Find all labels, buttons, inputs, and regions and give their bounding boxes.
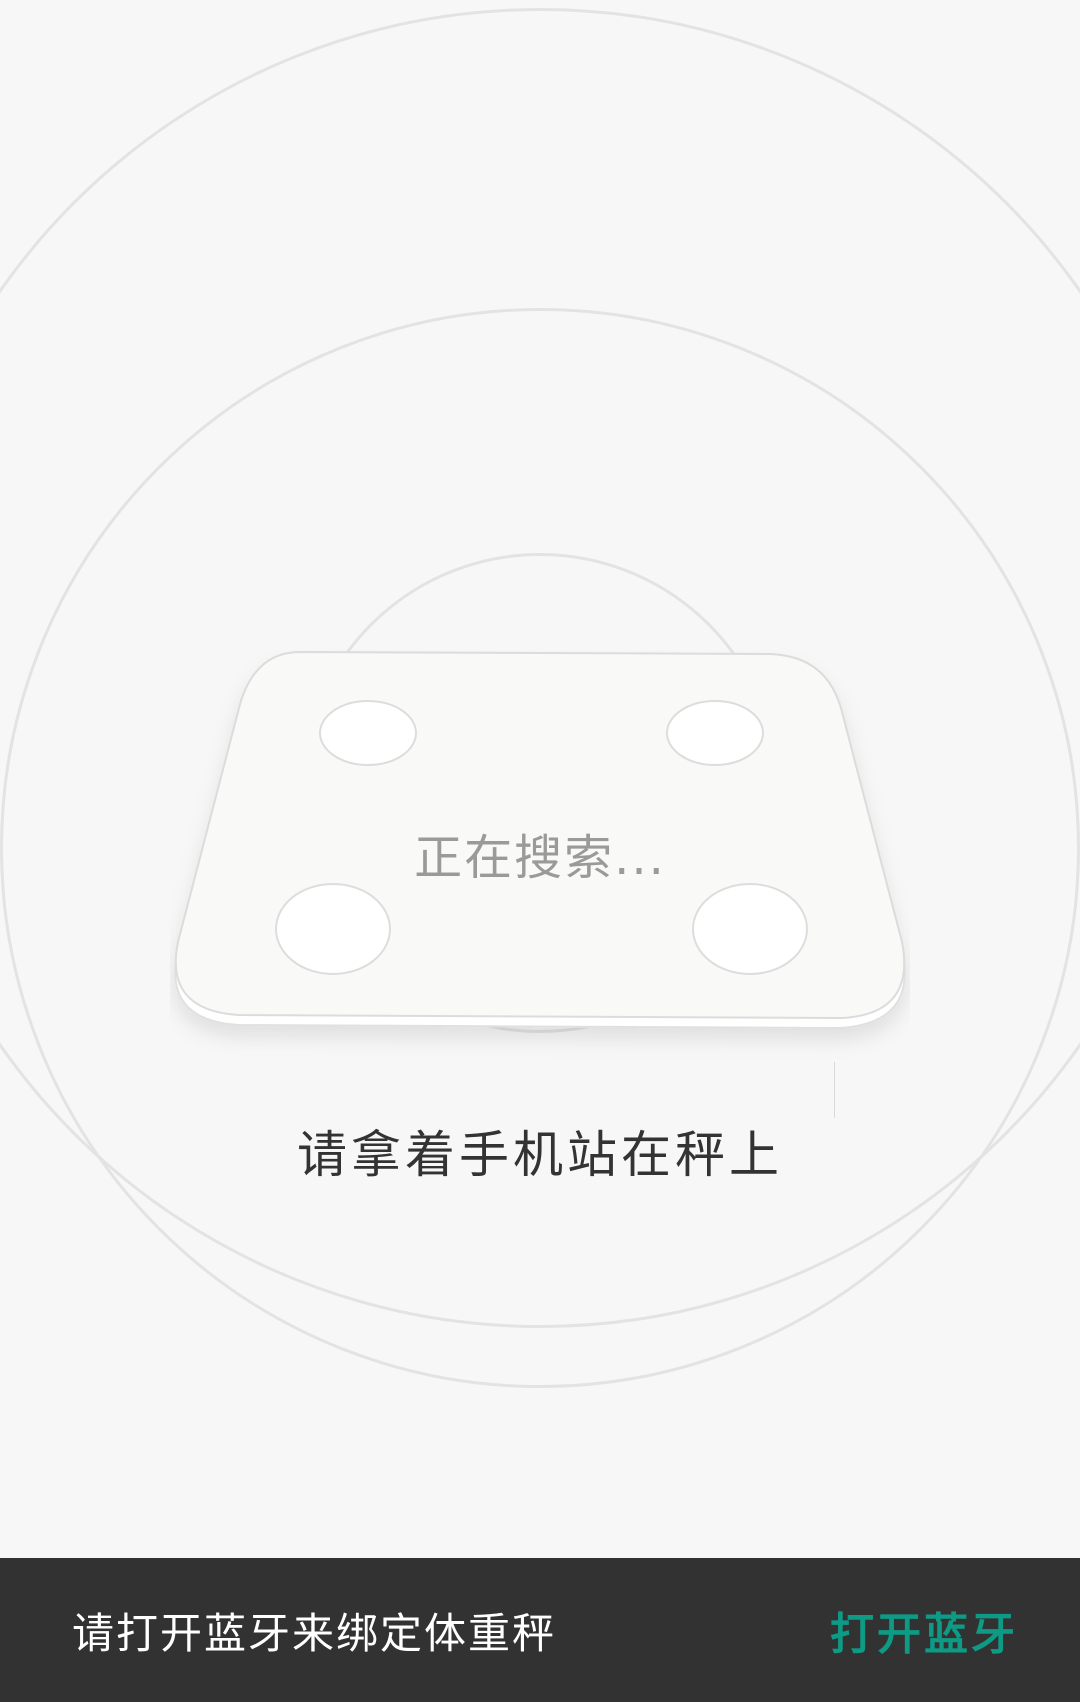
foot-pad-bottom-right <box>692 883 808 975</box>
divider-line <box>834 1062 835 1118</box>
stand-on-scale-instruction: 请拿着手机站在秤上 <box>297 1126 783 1184</box>
foot-pad-bottom-left <box>275 883 391 975</box>
bind-scale-screen: 正在搜索... 请拿着手机站在秤上 请打开蓝牙来绑定体重秤 打开蓝牙 <box>0 0 1080 1702</box>
foot-pad-top-left <box>319 700 417 766</box>
searching-status: 正在搜索... <box>414 830 666 886</box>
foot-pad-top-right <box>666 700 764 766</box>
bluetooth-snackbar: 请打开蓝牙来绑定体重秤 打开蓝牙 <box>0 1558 1080 1702</box>
enable-bluetooth-button[interactable]: 打开蓝牙 <box>830 1598 1018 1662</box>
snackbar-message: 请打开蓝牙来绑定体重秤 <box>72 1608 557 1658</box>
